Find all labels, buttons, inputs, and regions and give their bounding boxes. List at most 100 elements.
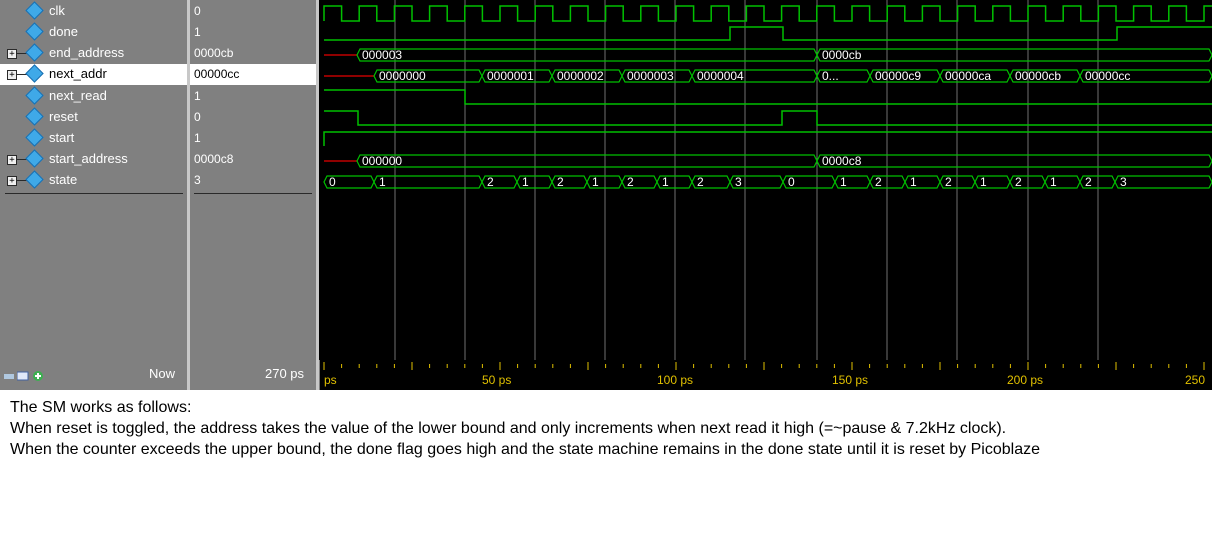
axis-label: 200 ps [1007, 373, 1044, 387]
bus-value-label: 00000c9 [875, 69, 921, 83]
waveform-canvas[interactable]: 000003 0000cb0000000 0000001 0000002 0000003… [320, 0, 1212, 360]
axis-label: 250 [1185, 373, 1206, 387]
signal-icon [25, 43, 44, 62]
bus-value-label: 2 [1085, 175, 1092, 189]
signal-value-row[interactable]: 0000c8 [190, 149, 316, 170]
signal-value-row[interactable]: 3 [190, 170, 316, 191]
signal-row-done[interactable]: done [0, 22, 187, 43]
signal-value: 0000c8 [194, 152, 234, 166]
signal-value: 1 [194, 25, 201, 39]
bus-value-label: 1 [910, 175, 917, 189]
pane-divider[interactable] [316, 0, 319, 390]
signal-value: 00000cc [194, 67, 240, 81]
signal-row-start[interactable]: start [0, 128, 187, 149]
bus-value-label: 00000cb [1015, 69, 1061, 83]
signal-name: start [49, 130, 75, 145]
wave-clk [323, 5, 1212, 22]
axis-label: 100 ps [657, 373, 694, 387]
caption-line-1: The SM works as follows: [10, 399, 192, 416]
bus-value-label: 1 [592, 175, 599, 189]
signal-value-row[interactable]: 1 [190, 86, 316, 107]
wave-start [323, 131, 1212, 146]
bus-value-label: 0000cb [822, 48, 862, 62]
signal-name: next_read [49, 88, 107, 103]
wave-start-address-segment [816, 154, 1212, 168]
bus-value-label: 1 [980, 175, 987, 189]
bus-value-label: 1 [522, 175, 529, 189]
signal-name: done [49, 24, 78, 39]
bus-value-label: 3 [735, 175, 742, 189]
expand-icon[interactable]: + [7, 70, 17, 80]
signal-icon [25, 149, 44, 168]
signal-value-row[interactable]: 1 [190, 128, 316, 149]
name-pane-underline [5, 193, 183, 194]
signal-icon [25, 1, 44, 20]
signal-value: 0 [194, 4, 201, 18]
bus-value-label: 2 [557, 175, 564, 189]
signal-row-clk[interactable]: clk [0, 1, 187, 22]
bus-value-label: 1 [1050, 175, 1057, 189]
signal-row-state[interactable]: + state [0, 170, 187, 191]
signal-icon [25, 107, 44, 126]
signal-icon [25, 86, 44, 105]
bus-value-label: 0000002 [557, 69, 604, 83]
bus-value-label: 2 [487, 175, 494, 189]
signal-name: state [49, 172, 78, 187]
expand-icon[interactable]: + [7, 176, 17, 186]
status-divider [316, 360, 319, 390]
cursor-icon[interactable] [16, 368, 29, 381]
signal-icon [25, 170, 44, 189]
signal-value: 1 [194, 131, 201, 145]
signal-value-row[interactable]: 00000cc [190, 64, 316, 85]
signal-row-reset[interactable]: reset [0, 107, 187, 128]
bus-value-label: 2 [875, 175, 882, 189]
axis-label: 50 ps [482, 373, 512, 387]
time-axis[interactable]: ps 50 ps 100 ps 150 ps 200 ps 250 [320, 360, 1212, 390]
add-cursor-icon[interactable] [33, 368, 43, 381]
wave-end-address-segment [816, 48, 1212, 62]
signal-icon [25, 128, 44, 147]
bus-value-label: 2 [945, 175, 952, 189]
bus-value-label: 00000cc [1085, 69, 1130, 83]
bus-value-label: 0... [822, 69, 839, 83]
signal-name: end_address [49, 45, 125, 60]
expand-icon[interactable]: + [7, 49, 17, 59]
bus-value-label: 2 [627, 175, 634, 189]
bus-value-label: 00000ca [945, 69, 991, 83]
bus-value-label: 0 [788, 175, 795, 189]
now-label: Now [149, 366, 176, 381]
wave-start-address-segment [356, 154, 818, 168]
wave-done [324, 26, 1212, 41]
signal-row-next-addr[interactable]: + next_addr [0, 64, 187, 85]
bus-value-label: 0000003 [627, 69, 674, 83]
expand-icon[interactable]: + [7, 155, 17, 165]
status-divider [187, 360, 190, 390]
bus-value-label: 2 [1015, 175, 1022, 189]
bus-value-label: 3 [1120, 175, 1127, 189]
signal-name: next_addr [49, 66, 107, 81]
signal-value: 0 [194, 110, 201, 124]
wave-next-read [324, 89, 1212, 105]
signal-row-next-read[interactable]: next_read [0, 86, 187, 107]
signal-value-row[interactable]: 0000cb [190, 43, 316, 64]
wave-reset [324, 110, 1212, 126]
signal-value: 1 [194, 89, 201, 103]
time-axis-ticks [323, 362, 1205, 370]
caption-line-2: When reset is toggled, the address takes… [10, 420, 1007, 437]
signal-name: clk [49, 3, 65, 18]
signal-row-end-address[interactable]: + end_address [0, 43, 187, 64]
bus-value-label: 1 [662, 175, 669, 189]
signal-name: reset [49, 109, 78, 124]
bus-value-label: 0000c8 [822, 154, 862, 168]
zoom-icon[interactable] [4, 368, 14, 379]
waveform-area[interactable]: 000003 0000cb 0000000 0000001 0000002 0000003… [320, 0, 1212, 360]
now-time-value: 270 ps [265, 366, 305, 381]
waveform-window: clk 0 done 1 + end_address 0000cb + next_addr 000… [0, 0, 1212, 390]
signal-name: start_address [49, 151, 128, 166]
signal-value-row[interactable]: 0 [190, 107, 316, 128]
signal-row-start-address[interactable]: + start_address [0, 149, 187, 170]
bus-value-label: 2 [697, 175, 704, 189]
signal-value-row[interactable]: 0 [190, 1, 316, 22]
bus-value-label: 0000001 [487, 69, 534, 83]
signal-value-row[interactable]: 1 [190, 22, 316, 43]
